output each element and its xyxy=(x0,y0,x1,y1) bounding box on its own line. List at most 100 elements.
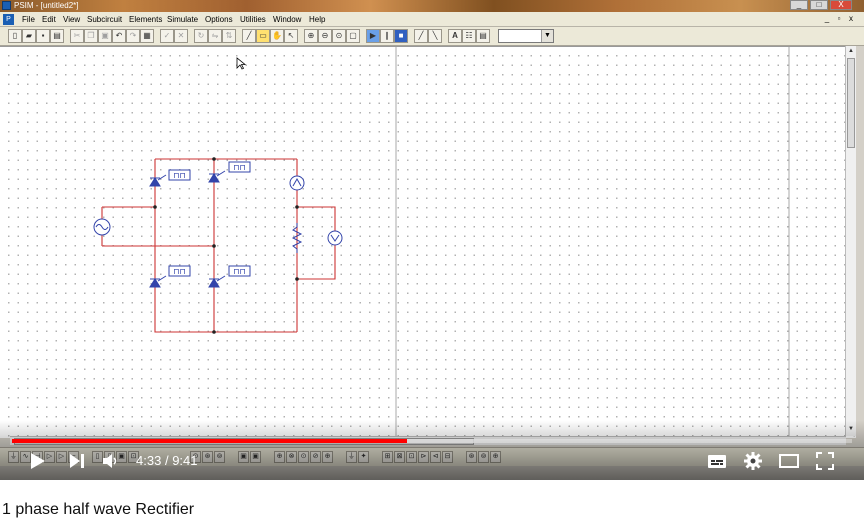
zoom-in-icon[interactable]: ⊕ xyxy=(304,29,318,43)
progress-played xyxy=(12,439,407,443)
current-source-element-icon[interactable]: ⊙ xyxy=(298,451,309,463)
wire-icon[interactable]: ╱ xyxy=(242,29,256,43)
clipboard-icon[interactable]: ▦ xyxy=(140,29,154,43)
scope-element-icon[interactable]: ▣ xyxy=(238,451,249,463)
play-icon xyxy=(31,453,45,469)
settings-button[interactable] xyxy=(742,450,764,472)
voltmeter-element-icon[interactable]: ⊘ xyxy=(310,451,321,463)
x-icon[interactable]: ✕ xyxy=(174,29,188,43)
mdi-app-icon[interactable]: P xyxy=(3,14,14,25)
minimize-button[interactable]: _ xyxy=(790,0,808,10)
video-title: 1 phase half wave Rectifier xyxy=(2,501,195,518)
ground-element-icon[interactable]: ⏚ xyxy=(346,451,357,463)
redo-icon[interactable]: ↷ xyxy=(126,29,140,43)
multiplier-element-icon[interactable]: ⊠ xyxy=(394,451,405,463)
zoom-fit-icon[interactable]: ⊙ xyxy=(332,29,346,43)
mdi-restore-button[interactable]: ▫ xyxy=(834,14,844,24)
ac-voltage-source xyxy=(93,218,111,236)
fullscreen-button[interactable] xyxy=(814,450,836,472)
resistor-element-icon[interactable]: ⏚ xyxy=(8,451,19,463)
gating-block-3: ⊓⊓ xyxy=(168,265,191,277)
vertical-scroll-thumb[interactable] xyxy=(847,58,855,148)
next-button[interactable] xyxy=(66,450,88,472)
dc-source-element-icon[interactable]: ⊕ xyxy=(274,451,285,463)
theater-icon xyxy=(779,454,799,468)
chevron-down-icon[interactable]: ▼ xyxy=(541,30,553,42)
menu-options[interactable]: Options xyxy=(205,13,233,26)
fullscreen-icon xyxy=(816,452,834,470)
pause-icon[interactable]: ∥ xyxy=(380,29,394,43)
flip-h-icon[interactable]: ⇋ xyxy=(208,29,222,43)
flip-v-icon[interactable]: ⇅ xyxy=(222,29,236,43)
library-icon[interactable]: ▤ xyxy=(476,29,490,43)
text-icon[interactable]: A xyxy=(448,29,462,43)
run-icon[interactable]: ▶ xyxy=(366,29,380,43)
progress-bar[interactable] xyxy=(12,439,852,443)
restore-button[interactable]: □ xyxy=(810,0,828,10)
cut-icon[interactable]: ✂ xyxy=(70,29,84,43)
element-list-icon[interactable]: ☷ xyxy=(462,29,476,43)
meter-element-icon[interactable]: ▣ xyxy=(250,451,261,463)
zoom-page-icon[interactable]: ▢ xyxy=(346,29,360,43)
thyristor-t4 xyxy=(149,275,167,288)
copy-icon[interactable]: ❐ xyxy=(84,29,98,43)
menu-utilities[interactable]: Utilities xyxy=(240,13,266,26)
probe-i-icon[interactable]: ╲ xyxy=(428,29,442,43)
mdi-close-button[interactable]: x xyxy=(846,14,856,24)
ammeter-element-icon[interactable]: ⊕ xyxy=(322,451,333,463)
ammeter xyxy=(289,175,305,191)
window-titlebar[interactable]: PSIM - [untitled2*] _ □ X xyxy=(0,0,864,12)
volume-button[interactable] xyxy=(100,450,122,472)
limiter-element-icon[interactable]: ⊚ xyxy=(214,451,225,463)
motor-element-icon[interactable]: ⊕ xyxy=(490,451,501,463)
theater-mode-button[interactable] xyxy=(778,450,800,472)
thyristor-t1 xyxy=(149,174,167,187)
menu-window[interactable]: Window xyxy=(273,13,301,26)
summer-element-icon[interactable]: ⊞ xyxy=(382,451,393,463)
zoom-out-icon[interactable]: ⊖ xyxy=(318,29,332,43)
duration: 9:41 xyxy=(172,453,198,468)
mdi-minimize-button[interactable]: _ xyxy=(822,14,832,24)
logic-element-icon[interactable]: ⊳ xyxy=(418,451,429,463)
scroll-up-icon[interactable]: ▲ xyxy=(847,46,855,56)
menu-subcircuit[interactable]: Subcircuit xyxy=(87,13,122,26)
subtitles-icon xyxy=(708,455,726,468)
probe-v-icon[interactable]: ╱ xyxy=(414,29,428,43)
undo-icon[interactable]: ↶ xyxy=(112,29,126,43)
check-icon[interactable]: ✓ xyxy=(160,29,174,43)
schematic-canvas[interactable]: ⊓⊓ ⊓⊓ ⊓⊓ ⊓⊓ xyxy=(0,46,856,438)
scroll-down-icon[interactable]: ▼ xyxy=(847,424,855,434)
comparator-element-icon[interactable]: ⊛ xyxy=(202,451,213,463)
close-button[interactable]: X xyxy=(830,0,852,10)
delay-element-icon[interactable]: ⊟ xyxy=(442,451,453,463)
video-player[interactable]: PSIM - [untitled2*] _ □ X P File Edit Vi… xyxy=(0,0,864,480)
paste-icon[interactable]: ▣ xyxy=(98,29,112,43)
menu-view[interactable]: View xyxy=(63,13,80,26)
stop-icon[interactable]: ■ xyxy=(394,29,408,43)
menu-help[interactable]: Help xyxy=(309,13,325,26)
zoom-dropdown[interactable]: ▼ xyxy=(498,29,554,43)
subtitles-button[interactable] xyxy=(706,450,728,472)
rotate-icon[interactable]: ↻ xyxy=(194,29,208,43)
menu-file[interactable]: File xyxy=(22,13,35,26)
flipflop-element-icon[interactable]: ⊲ xyxy=(430,451,441,463)
label-icon[interactable]: ▭ xyxy=(256,29,270,43)
play-button[interactable] xyxy=(26,450,48,472)
menu-simulate[interactable]: Simulate xyxy=(167,13,198,26)
pointer-icon[interactable]: ↖ xyxy=(284,29,298,43)
save-icon[interactable]: ▪ xyxy=(36,29,50,43)
probe-element-icon[interactable]: ⊚ xyxy=(478,451,489,463)
hand-icon[interactable]: ✋ xyxy=(270,29,284,43)
print-icon[interactable]: ▤ xyxy=(50,29,64,43)
menu-edit[interactable]: Edit xyxy=(42,13,56,26)
psim-app-icon xyxy=(2,1,11,10)
open-icon[interactable]: ▰ xyxy=(22,29,36,43)
sensor-element-icon[interactable]: ⊛ xyxy=(466,451,477,463)
volume-icon xyxy=(103,454,117,468)
ac-source-element-icon[interactable]: ⊗ xyxy=(286,451,297,463)
menu-elements[interactable]: Elements xyxy=(129,13,162,26)
new-icon[interactable]: ▯ xyxy=(8,29,22,43)
integrator-element-icon[interactable]: ⊡ xyxy=(406,451,417,463)
vertical-scrollbar[interactable]: ▲ ▼ xyxy=(845,46,856,436)
label-element-icon[interactable]: ✦ xyxy=(358,451,369,463)
